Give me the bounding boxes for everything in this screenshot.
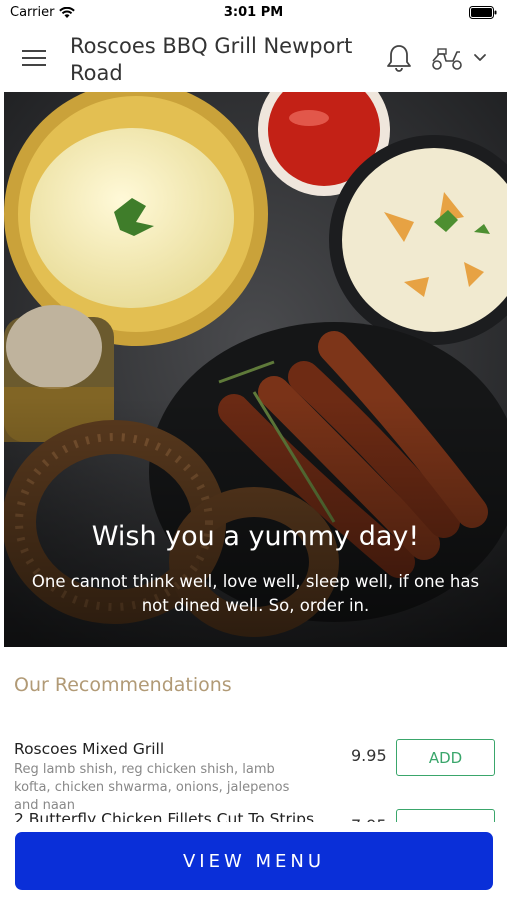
app-header: Roscoes BBQ Grill Newport Road [0, 26, 507, 92]
hero-banner: Wish you a yummy day! One cannot think w… [4, 92, 507, 647]
item-name: Roscoes Mixed Grill [14, 740, 165, 758]
restaurant-title: Roscoes BBQ Grill Newport Road [70, 34, 353, 85]
status-time: 3:01 PM [223, 5, 284, 20]
chevron-down-icon[interactable] [472, 52, 488, 64]
item-description: Reg lamb shish, reg chicken shish, lamb … [14, 762, 290, 813]
battery-icon [469, 6, 497, 19]
hero-title: Wish you a yummy day! [91, 521, 420, 552]
recommendation-item[interactable]: Roscoes Mixed Grill Reg lamb shish, reg … [0, 739, 507, 813]
bottom-bar: VIEW MENU [0, 822, 507, 900]
hero-text: One cannot think well, love well, sleep … [31, 572, 480, 615]
recommendations-title: Our Recommendations [14, 674, 232, 696]
bell-icon[interactable] [385, 43, 413, 73]
hamburger-menu-icon[interactable] [22, 48, 48, 68]
add-button[interactable]: ADD [396, 739, 495, 776]
delivery-scooter-icon[interactable] [430, 46, 464, 72]
item-price: 9.95 [351, 746, 387, 765]
status-bar: Carrier 3:01 PM [0, 0, 507, 26]
view-menu-button[interactable]: VIEW MENU [15, 832, 493, 890]
